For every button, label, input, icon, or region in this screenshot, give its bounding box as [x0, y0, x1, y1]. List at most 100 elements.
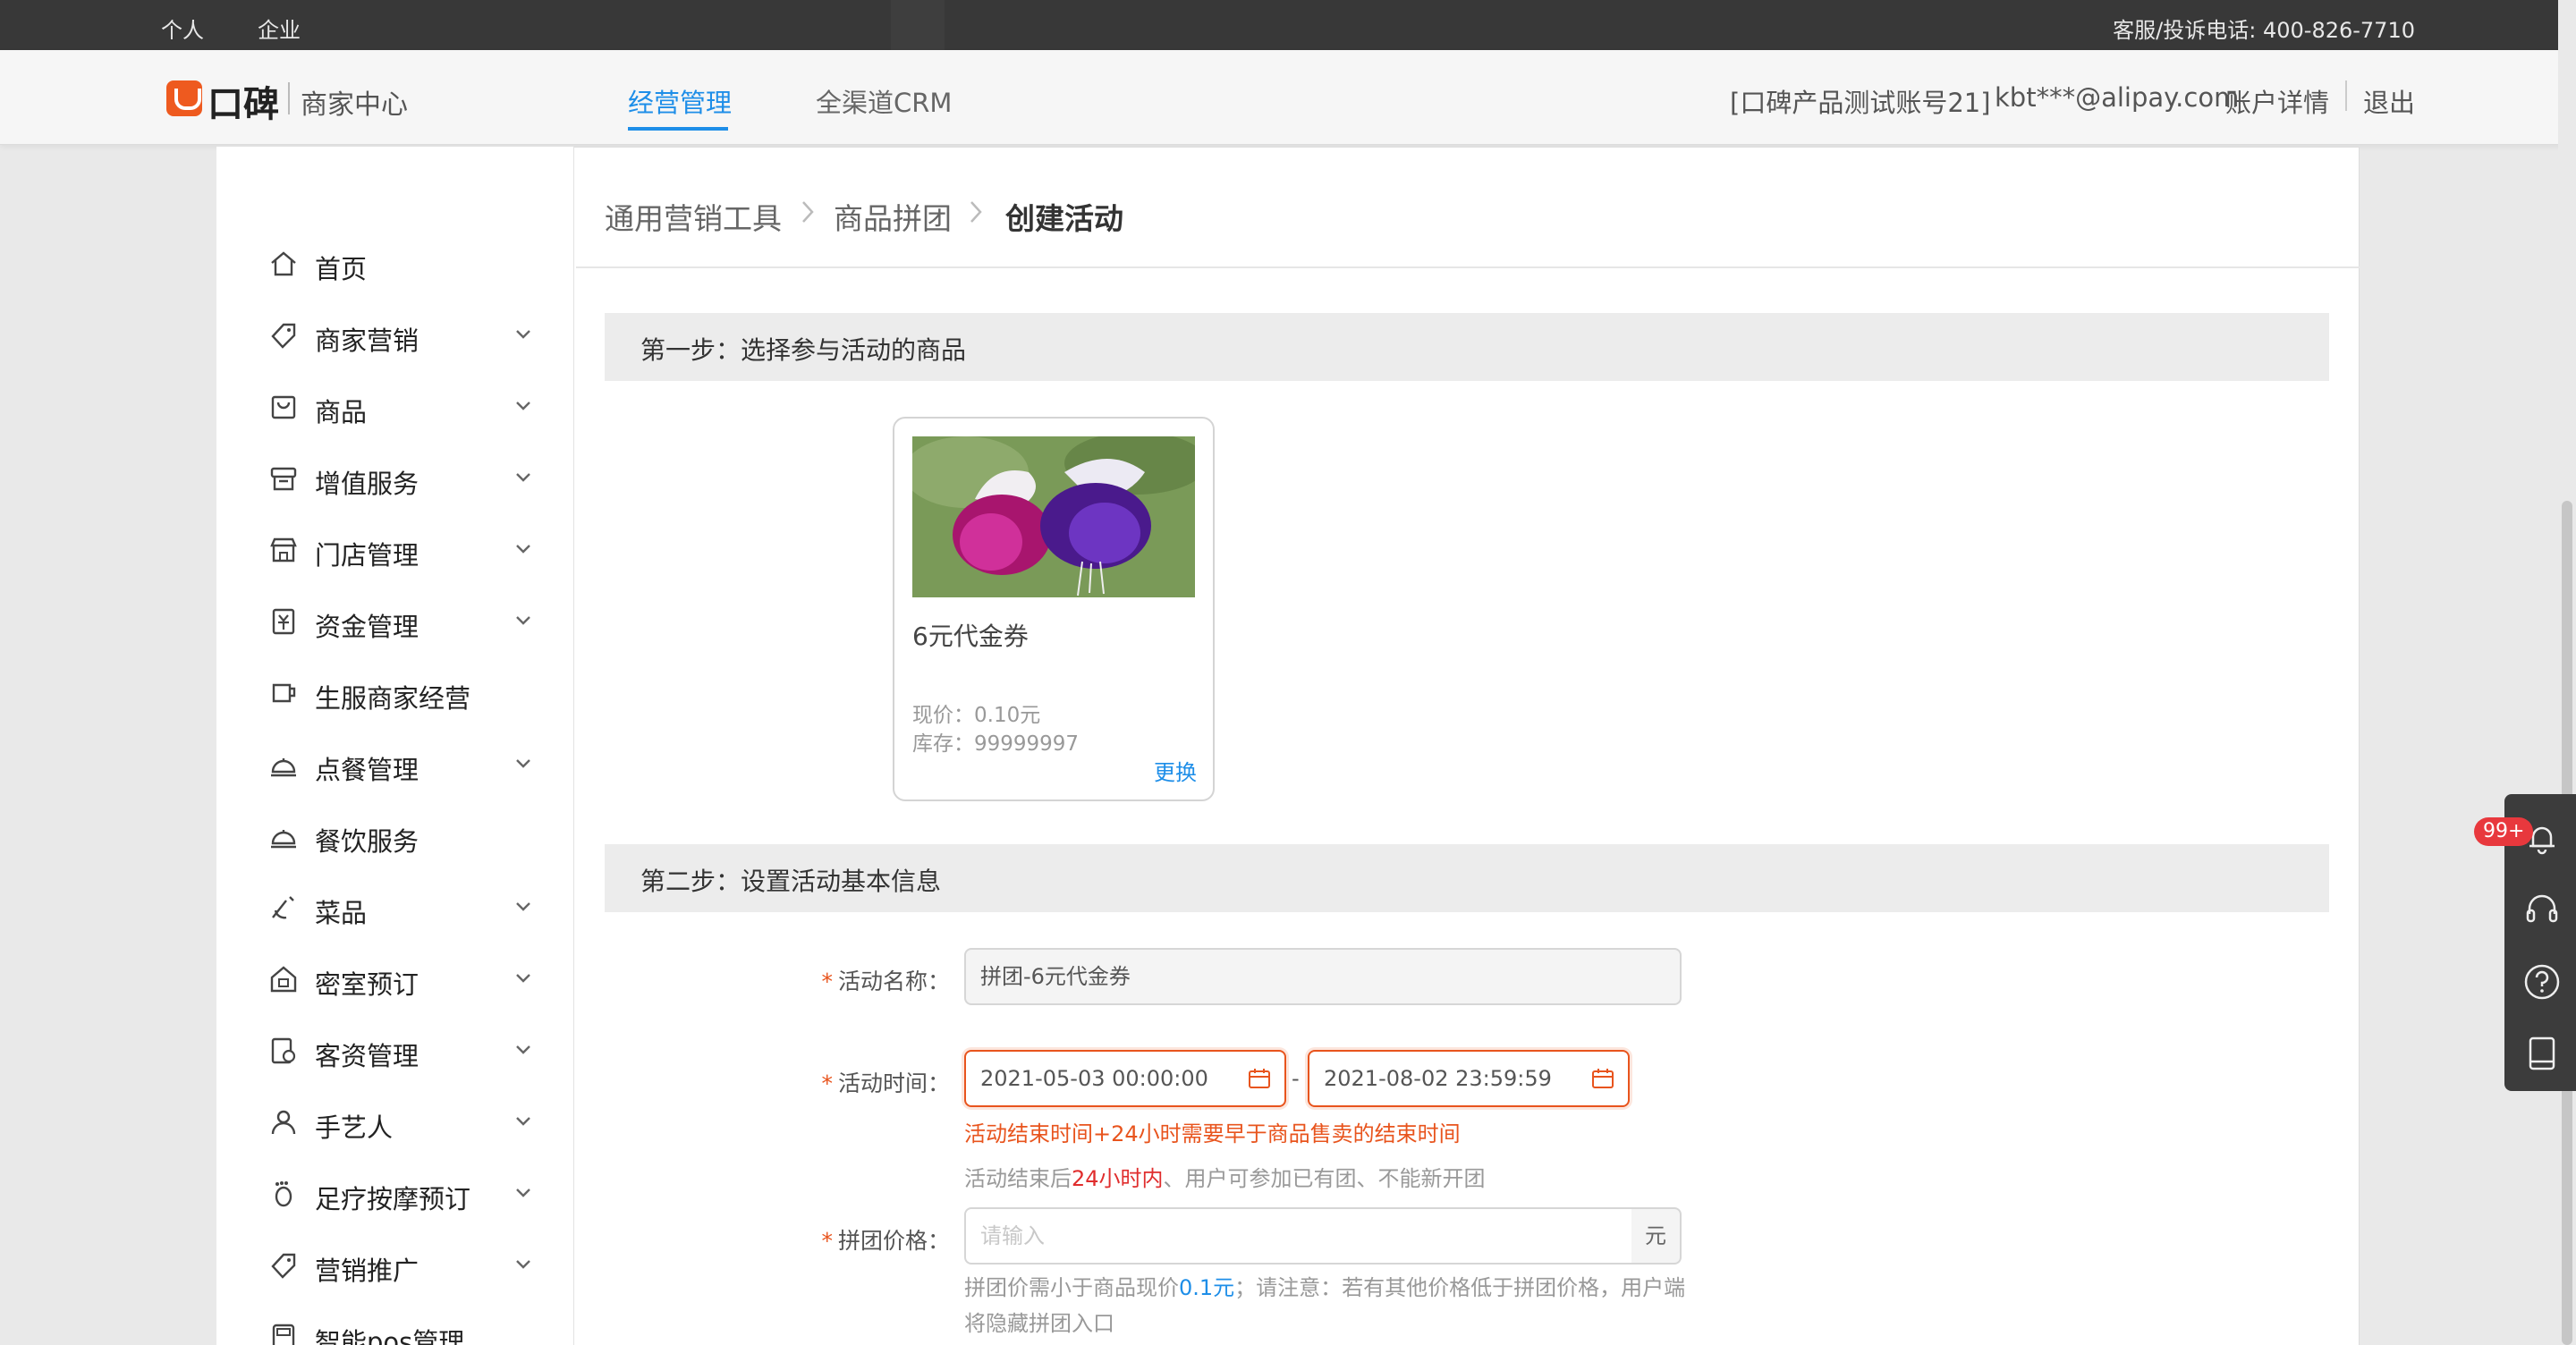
chevron-down-icon[interactable] [508, 1105, 538, 1136]
sidebar-item[interactable]: 智能pos管理 [268, 1315, 537, 1345]
time-range-separator: - [1292, 1066, 1300, 1091]
chevron-down-icon[interactable] [508, 461, 538, 492]
tag-icon [271, 323, 296, 349]
time-hint: 活动结束后24小时内、用户可参加已有团、不能新开团 [964, 1166, 1486, 1191]
change-product-link[interactable]: 更换 [1154, 755, 1197, 786]
cup-icon [272, 683, 296, 703]
chevron-down-icon[interactable] [508, 891, 538, 921]
chevron-down-icon[interactable] [508, 748, 538, 778]
activity-time-label: * 活动时间： [821, 1070, 950, 1096]
chevron-right-icon [970, 201, 982, 223]
sidebar-item[interactable]: 增值服务 [268, 456, 537, 501]
tag-icon [271, 1253, 296, 1279]
price-hint: 拼团价需小于商品现价0.1元；请注意：若有其他价格低于拼团价格，用户端 [964, 1275, 1686, 1300]
sidebar-item[interactable]: 资金管理 [268, 599, 537, 644]
sidebar-item-label: 生服商家经营 [315, 683, 471, 714]
price-hint-line2: 将隐藏拼团入口 [964, 1311, 1114, 1336]
product-image [912, 436, 1195, 597]
sidebar: 首页商家营销商品增值服务门店管理资金管理生服商家经营 点餐管理餐饮服务菜品密室预订… [216, 147, 574, 1345]
sidebar-item[interactable]: 商家营销 [268, 313, 537, 358]
hotline-text: 客服/投诉电话: 400-826-7710 [2113, 18, 2415, 43]
end-time-input[interactable]: 2021-08-02 23:59:59 [1308, 1050, 1630, 1107]
sidebar-item-label: 门店管理 [315, 540, 419, 571]
sidebar-item[interactable]: 足疗按摩预订 [268, 1172, 537, 1216]
start-time-input[interactable]: 2021-05-03 00:00:00 [964, 1050, 1286, 1107]
product-price: 现价：0.10元 [912, 704, 1041, 727]
sidebar-item-label: 智能pos管理 [315, 1327, 465, 1345]
activity-name-input[interactable]: 拼团-6元代金券 [964, 948, 1682, 1005]
step2-header: 第二步：设置活动基本信息 [605, 844, 2329, 912]
sidebar-item-label: 菜品 [315, 898, 368, 928]
active-tab-underline [628, 127, 728, 131]
pos-icon [272, 1324, 295, 1345]
group-price-label: * 拼团价格： [821, 1228, 950, 1254]
breadcrumb-divider [576, 266, 2360, 268]
chevron-down-icon[interactable] [508, 1248, 538, 1279]
sidebar-item[interactable]: 餐饮服务 [268, 814, 537, 859]
breadcrumb-group-buy[interactable]: 商品拼团 [834, 195, 952, 238]
sidebar-item[interactable]: 首页 [268, 241, 537, 286]
account-email: kbt***@alipay.com [1995, 82, 2240, 113]
koubei-logo-icon [166, 80, 202, 116]
sidebar-item-label: 手艺人 [315, 1112, 394, 1143]
sidebar-item-label: 足疗按摩预订 [315, 1184, 471, 1214]
chevron-down-icon[interactable] [508, 390, 538, 420]
sidebar-item-label: 密室预订 [315, 969, 419, 1000]
lock-house-icon [270, 966, 297, 993]
tab-business-management[interactable]: 经营管理 [628, 82, 732, 120]
top-bar: 个人 企业 客服/投诉电话: 400-826-7710 [0, 0, 2576, 50]
activity-name-label: * 活动名称： [821, 969, 950, 994]
enterprise-link[interactable]: 企业 [258, 13, 301, 44]
logo-text: 口碑 [208, 84, 279, 125]
sidebar-item-label: 商品 [315, 397, 368, 427]
tablet-icon[interactable] [2522, 1034, 2562, 1073]
chevron-down-icon[interactable] [508, 318, 538, 349]
home-icon [271, 251, 296, 276]
chevron-down-icon[interactable] [508, 1034, 538, 1064]
account-detail-link[interactable]: 账户详情 [2225, 82, 2329, 120]
chevron-down-icon[interactable] [508, 533, 538, 563]
calendar-icon [1592, 1069, 1614, 1088]
bag-icon [271, 395, 296, 419]
help-icon[interactable] [2522, 962, 2562, 1002]
chevron-right-icon [802, 201, 814, 223]
calendar-icon [1249, 1069, 1270, 1088]
end-time-value: 2021-08-02 23:59:59 [1324, 1066, 1552, 1091]
sidebar-item[interactable]: 手艺人 [268, 1100, 537, 1145]
customer-icon [271, 1037, 296, 1064]
cloche-icon [271, 758, 296, 777]
money-icon [272, 608, 295, 635]
sidebar-item[interactable]: 点餐管理 [268, 742, 537, 787]
logout-link[interactable]: 退出 [2363, 82, 2415, 120]
sidebar-item[interactable]: 营销推广 [268, 1243, 537, 1288]
account-name: [口碑产品测试账号21] [1730, 88, 1991, 118]
sidebar-item[interactable]: 生服商家经营 [268, 671, 537, 715]
service-icon [270, 467, 297, 491]
chevron-down-icon[interactable] [508, 605, 538, 635]
cloche-icon [271, 830, 296, 849]
step1-header: 第一步：选择参与活动的商品 [605, 313, 2329, 381]
sidebar-item-label: 商家营销 [315, 326, 419, 356]
tab-omnichannel-crm[interactable]: 全渠道CRM [816, 82, 952, 120]
sidebar-item-label: 首页 [315, 254, 368, 284]
chevron-down-icon[interactable] [508, 1177, 538, 1207]
header: 口碑 商家中心 经营管理 全渠道CRM [口碑产品测试账号21] kbt***@… [0, 50, 2576, 145]
notification-badge: 99+ [2474, 817, 2534, 846]
sidebar-item[interactable]: 客资管理 [268, 1028, 537, 1073]
personal-link[interactable]: 个人 [161, 13, 204, 44]
sidebar-item-label: 营销推广 [315, 1256, 419, 1286]
sidebar-item[interactable]: 密室预订 [268, 957, 537, 1002]
sidebar-item[interactable]: 商品 [268, 385, 537, 429]
group-price-input[interactable]: 请输入 [964, 1207, 1633, 1265]
step1-title: 第一步：选择参与活动的商品 [640, 335, 967, 365]
sidebar-item[interactable]: 菜品 [268, 885, 537, 930]
sidebar-item[interactable]: 门店管理 [268, 528, 537, 572]
breadcrumb-marketing-tools[interactable]: 通用营销工具 [605, 195, 782, 238]
sidebar-item-label: 点餐管理 [315, 755, 419, 785]
chevron-down-icon[interactable] [508, 962, 538, 993]
store-icon [270, 537, 297, 563]
logo-divider [288, 82, 290, 114]
header-divider [2345, 80, 2347, 111]
sidebar-item-label: 增值服务 [315, 469, 419, 499]
headset-icon[interactable] [2522, 891, 2562, 930]
